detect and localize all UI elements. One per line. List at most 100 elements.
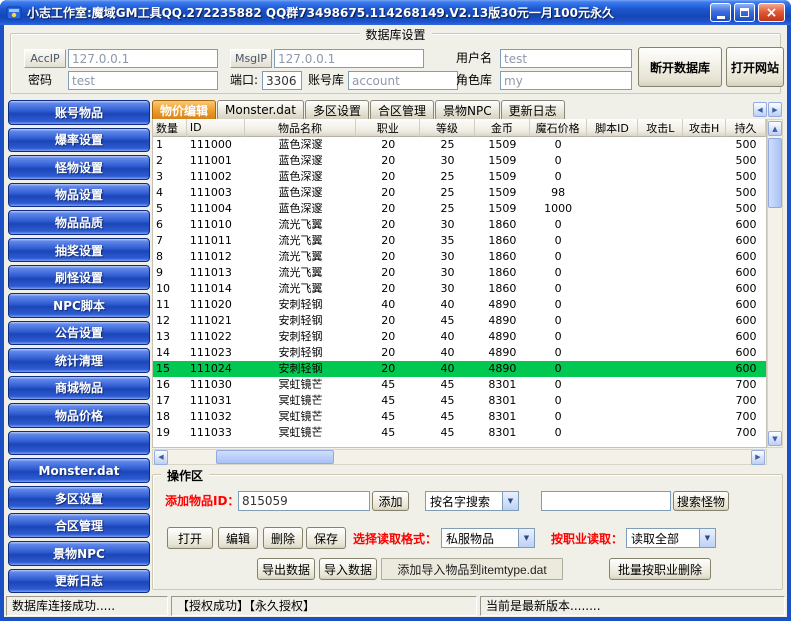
msgip-input[interactable] bbox=[274, 49, 424, 68]
edit-button[interactable]: 编辑 bbox=[218, 527, 258, 549]
vertical-scrollbar[interactable]: ▲ ▼ bbox=[767, 119, 783, 448]
table-row[interactable]: 8 111012 流光飞翼 20 30 1860 0 600 bbox=[153, 249, 766, 265]
role-db-input[interactable] bbox=[500, 71, 632, 90]
horizontal-scroll-thumb[interactable] bbox=[216, 450, 334, 464]
sidebar-button[interactable] bbox=[8, 431, 150, 456]
horizontal-scrollbar[interactable]: ◀ ▶ bbox=[152, 449, 767, 465]
sidebar-button[interactable]: 物品价格 bbox=[8, 403, 150, 428]
column-header[interactable]: 等级 bbox=[420, 119, 475, 137]
table-row[interactable]: 17 111031 冥虹镜芒 45 45 8301 0 700 bbox=[153, 393, 766, 409]
table-row[interactable]: 2 111001 蓝色深邃 20 30 1509 0 500 bbox=[153, 153, 766, 169]
search-monster-button[interactable]: 搜索怪物 bbox=[673, 491, 729, 511]
tab-scroll-right-icon[interactable]: ▶ bbox=[768, 102, 782, 117]
table-row[interactable]: 14 111023 安刺轻钢 20 40 4890 0 600 bbox=[153, 345, 766, 361]
add-item-id-input[interactable] bbox=[238, 491, 370, 511]
tab-scroll-left-icon[interactable]: ◀ bbox=[753, 102, 767, 117]
tab[interactable]: 多区设置 bbox=[305, 100, 369, 119]
table-row[interactable]: 15 111024 安刺轻钢 20 40 4890 0 600 bbox=[153, 361, 766, 377]
save-button[interactable]: 保存 bbox=[306, 527, 346, 549]
scroll-down-icon[interactable]: ▼ bbox=[768, 431, 782, 446]
column-header[interactable]: 数量 bbox=[153, 119, 187, 137]
sidebar-button[interactable]: 商城物品 bbox=[8, 376, 150, 401]
read-by-job-select[interactable]: 读取全部 ▼ bbox=[626, 528, 716, 548]
export-data-button[interactable]: 导出数据 bbox=[257, 558, 315, 580]
table-row[interactable]: 12 111021 安刺轻钢 20 45 4890 0 600 bbox=[153, 313, 766, 329]
tab[interactable]: Monster.dat bbox=[217, 100, 304, 119]
table-row[interactable]: 18 111032 冥虹镜芒 45 45 8301 0 700 bbox=[153, 409, 766, 425]
table-row[interactable]: 7 111011 流光飞翼 20 35 1860 0 600 bbox=[153, 233, 766, 249]
table-row[interactable]: 1 111000 蓝色深邃 20 25 1509 0 500 bbox=[153, 137, 766, 153]
column-header[interactable]: 攻击H bbox=[683, 119, 726, 137]
search-input[interactable] bbox=[541, 491, 671, 511]
tab[interactable]: 更新日志 bbox=[501, 100, 565, 119]
table-row[interactable]: 5 111004 蓝色深邃 20 25 1509 1000 500 bbox=[153, 201, 766, 217]
scroll-up-icon[interactable]: ▲ bbox=[768, 121, 782, 136]
column-header[interactable]: 职业 bbox=[356, 119, 420, 137]
sidebar-button[interactable]: 爆率设置 bbox=[8, 128, 150, 153]
sidebar-button[interactable]: 公告设置 bbox=[8, 321, 150, 346]
scroll-left-icon[interactable]: ◀ bbox=[154, 450, 168, 465]
table-row[interactable]: 11 111020 安刺轻钢 40 40 4890 0 600 bbox=[153, 297, 766, 313]
search-mode-select[interactable]: 按名字搜索 ▼ bbox=[425, 491, 519, 511]
sidebar-button[interactable]: 刷怪设置 bbox=[8, 265, 150, 290]
sidebar-button[interactable]: 统计清理 bbox=[8, 348, 150, 373]
column-header[interactable]: 魔石价格 bbox=[530, 119, 587, 137]
account-db-input[interactable] bbox=[348, 71, 458, 90]
scroll-right-icon[interactable]: ▶ bbox=[751, 450, 765, 465]
import-data-button[interactable]: 导入数据 bbox=[319, 558, 377, 580]
cell-gold: 4890 bbox=[475, 313, 530, 329]
table-row[interactable]: 10 111014 流光飞翼 20 30 1860 0 600 bbox=[153, 281, 766, 297]
table-row[interactable]: 19 111033 冥虹镜芒 45 45 8301 0 700 bbox=[153, 425, 766, 441]
table-row[interactable]: 3 111002 蓝色深邃 20 25 1509 0 500 bbox=[153, 169, 766, 185]
cell-stone-price: 0 bbox=[530, 169, 587, 185]
sidebar-button[interactable]: NPC脚本 bbox=[8, 293, 150, 318]
vertical-scroll-track[interactable] bbox=[768, 136, 782, 431]
username-input[interactable] bbox=[500, 49, 632, 68]
minimize-button[interactable] bbox=[710, 3, 731, 22]
sidebar-button[interactable]: 账号物品 bbox=[8, 100, 150, 125]
chevron-down-icon[interactable]: ▼ bbox=[502, 492, 518, 510]
table-row[interactable]: 9 111013 流光飞翼 20 30 1860 0 600 bbox=[153, 265, 766, 281]
horizontal-scroll-track[interactable] bbox=[168, 450, 751, 464]
append-itemtype-button[interactable]: 添加导入物品到itemtype.dat bbox=[381, 558, 563, 580]
delete-button[interactable]: 删除 bbox=[263, 527, 303, 549]
column-header[interactable]: ID bbox=[187, 119, 245, 137]
close-button[interactable]: × bbox=[758, 3, 785, 22]
cell-script-id bbox=[587, 377, 639, 393]
maximize-button[interactable] bbox=[734, 3, 755, 22]
cell-level: 25 bbox=[420, 185, 475, 201]
chevron-down-icon[interactable]: ▼ bbox=[699, 529, 715, 547]
sidebar-button[interactable]: 物品品质 bbox=[8, 210, 150, 235]
sidebar-button[interactable]: 合区管理 bbox=[8, 513, 150, 538]
sidebar-button[interactable]: Monster.dat bbox=[8, 458, 150, 483]
tab[interactable]: 物价编辑 bbox=[152, 100, 216, 119]
sidebar-button[interactable]: 多区设置 bbox=[8, 486, 150, 511]
column-header[interactable]: 物品名称 bbox=[245, 119, 357, 137]
batch-delete-button[interactable]: 批量按职业删除 bbox=[609, 558, 711, 580]
read-format-select[interactable]: 私服物品 ▼ bbox=[441, 528, 535, 548]
tab[interactable]: 合区管理 bbox=[370, 100, 434, 119]
column-header[interactable]: 持久 bbox=[726, 119, 766, 137]
password-input[interactable] bbox=[68, 71, 218, 90]
table-row[interactable]: 4 111003 蓝色深邃 20 25 1509 98 500 bbox=[153, 185, 766, 201]
accip-input[interactable] bbox=[68, 49, 218, 68]
sidebar-button[interactable]: 更新日志 bbox=[8, 569, 150, 594]
sidebar-button[interactable]: 抽奖设置 bbox=[8, 238, 150, 263]
add-button[interactable]: 添加 bbox=[372, 491, 409, 511]
port-input[interactable] bbox=[262, 71, 302, 90]
column-header[interactable]: 攻击L bbox=[638, 119, 683, 137]
column-header[interactable]: 脚本ID bbox=[587, 119, 639, 137]
disconnect-db-button[interactable]: 断开数据库 bbox=[638, 47, 722, 87]
open-button[interactable]: 打开 bbox=[167, 527, 213, 549]
table-row[interactable]: 13 111022 安刺轻钢 20 40 4890 0 600 bbox=[153, 329, 766, 345]
tab[interactable]: 景物NPC bbox=[435, 100, 500, 119]
open-website-button[interactable]: 打开网站 bbox=[726, 47, 784, 87]
sidebar-button[interactable]: 景物NPC bbox=[8, 541, 150, 566]
column-header[interactable]: 金币 bbox=[475, 119, 530, 137]
table-row[interactable]: 16 111030 冥虹镜芒 45 45 8301 0 700 bbox=[153, 377, 766, 393]
chevron-down-icon[interactable]: ▼ bbox=[518, 529, 534, 547]
vertical-scroll-thumb[interactable] bbox=[768, 138, 782, 208]
sidebar-button[interactable]: 怪物设置 bbox=[8, 155, 150, 180]
table-row[interactable]: 6 111010 流光飞翼 20 30 1860 0 600 bbox=[153, 217, 766, 233]
sidebar-button[interactable]: 物品设置 bbox=[8, 183, 150, 208]
